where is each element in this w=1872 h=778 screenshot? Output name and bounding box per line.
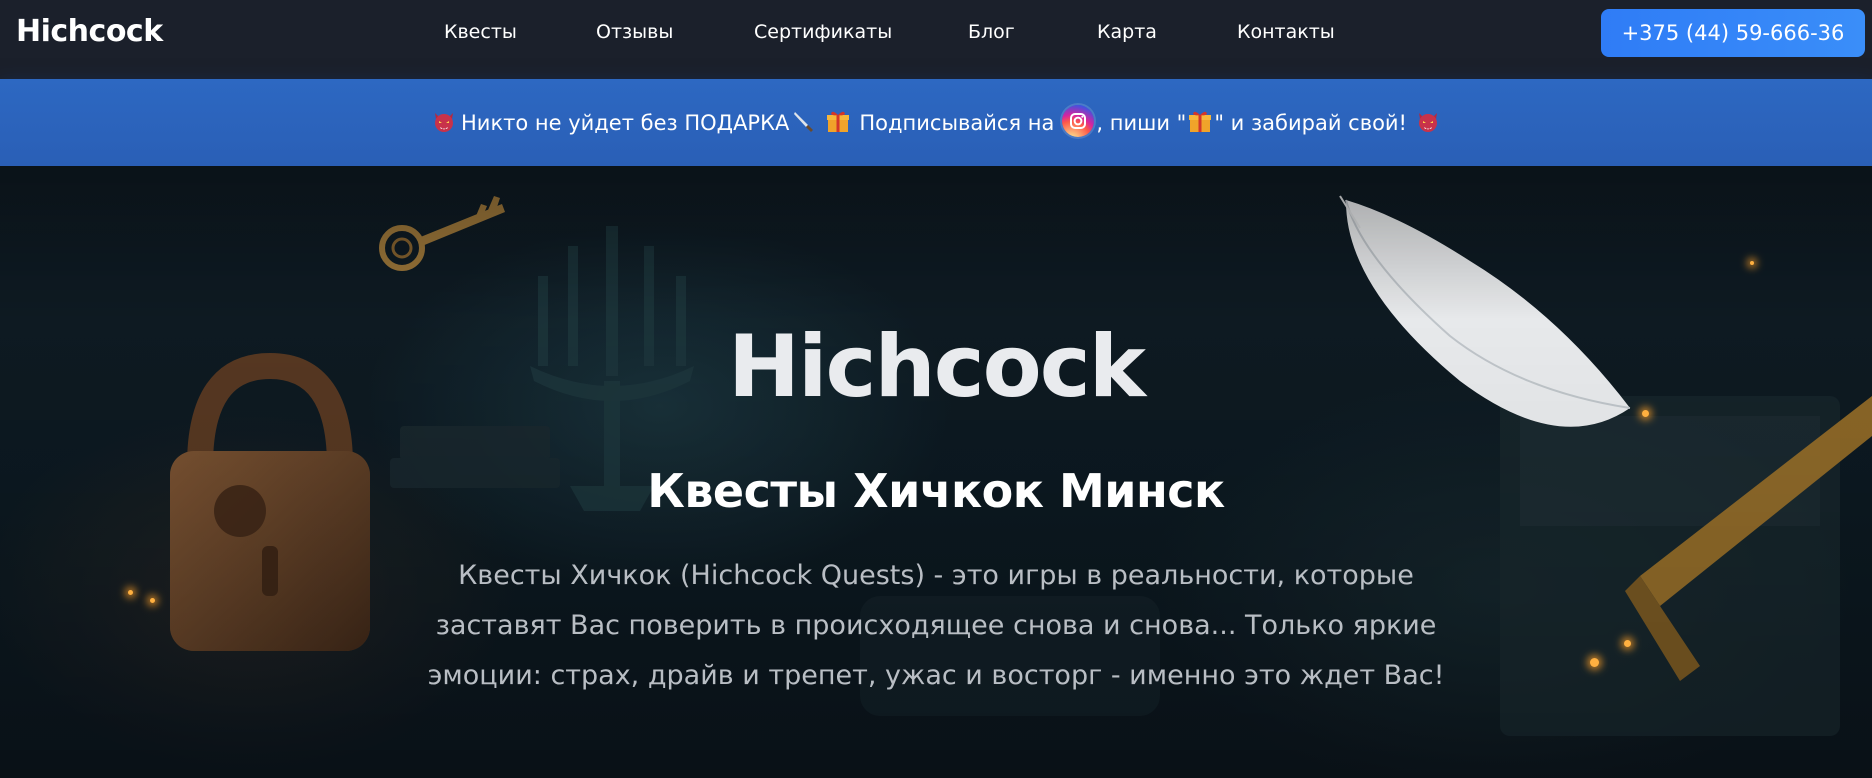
devil-icon (435, 112, 453, 132)
nav-link-reviews[interactable]: Отзывы (596, 21, 673, 43)
sparkle-icon (150, 598, 155, 603)
gift-icon (827, 111, 850, 132)
hero-description: Квесты Хичкок (Hichcock Quests) - это иг… (427, 560, 1445, 691)
nav-link-contacts[interactable]: Контакты (1237, 21, 1335, 43)
devil-icon (1418, 112, 1437, 132)
knife-icon (794, 111, 814, 132)
nav-link-quests[interactable]: Квесты (444, 21, 517, 43)
banner-text-gift: Никто не уйдет без ПОДАРКА (461, 110, 790, 135)
banner-text-subscribe: Подписывайся на (859, 110, 1055, 135)
hero-section: Hichcock Квесты Хичкок Минск Квесты Хичк… (0, 166, 1872, 778)
sparkle-icon (1750, 261, 1754, 265)
hero-title: Квесты Хичкок Минск (647, 464, 1225, 518)
sparkle-icon (1624, 640, 1631, 647)
nav-link-certificates[interactable]: Сертификаты (754, 21, 892, 43)
nav-link-map[interactable]: Карта (1097, 21, 1157, 43)
phone-button[interactable]: +375 (44) 59-666-36 (1601, 9, 1865, 57)
nav-link-blog[interactable]: Блог (968, 21, 1015, 43)
sparkle-icon (128, 590, 133, 595)
promo-banner[interactable]: Никто не уйдет без ПОДАРКА Подписывайся … (0, 79, 1872, 166)
main-nav: Квесты Отзывы Сертификаты Блог Карта Кон… (0, 0, 1872, 79)
site-header: Hichcock Квесты Отзывы Сертификаты Блог … (0, 0, 1872, 79)
sparkle-icon (1642, 410, 1649, 417)
hero-logo: Hichcock (728, 317, 1146, 417)
banner-text-write: , пиши " (1096, 110, 1187, 135)
gift-icon (1189, 111, 1212, 132)
sparkle-icon (1590, 658, 1599, 667)
instagram-icon[interactable] (1062, 104, 1095, 137)
banner-text-claim: " и забирай свой! (1214, 110, 1407, 135)
